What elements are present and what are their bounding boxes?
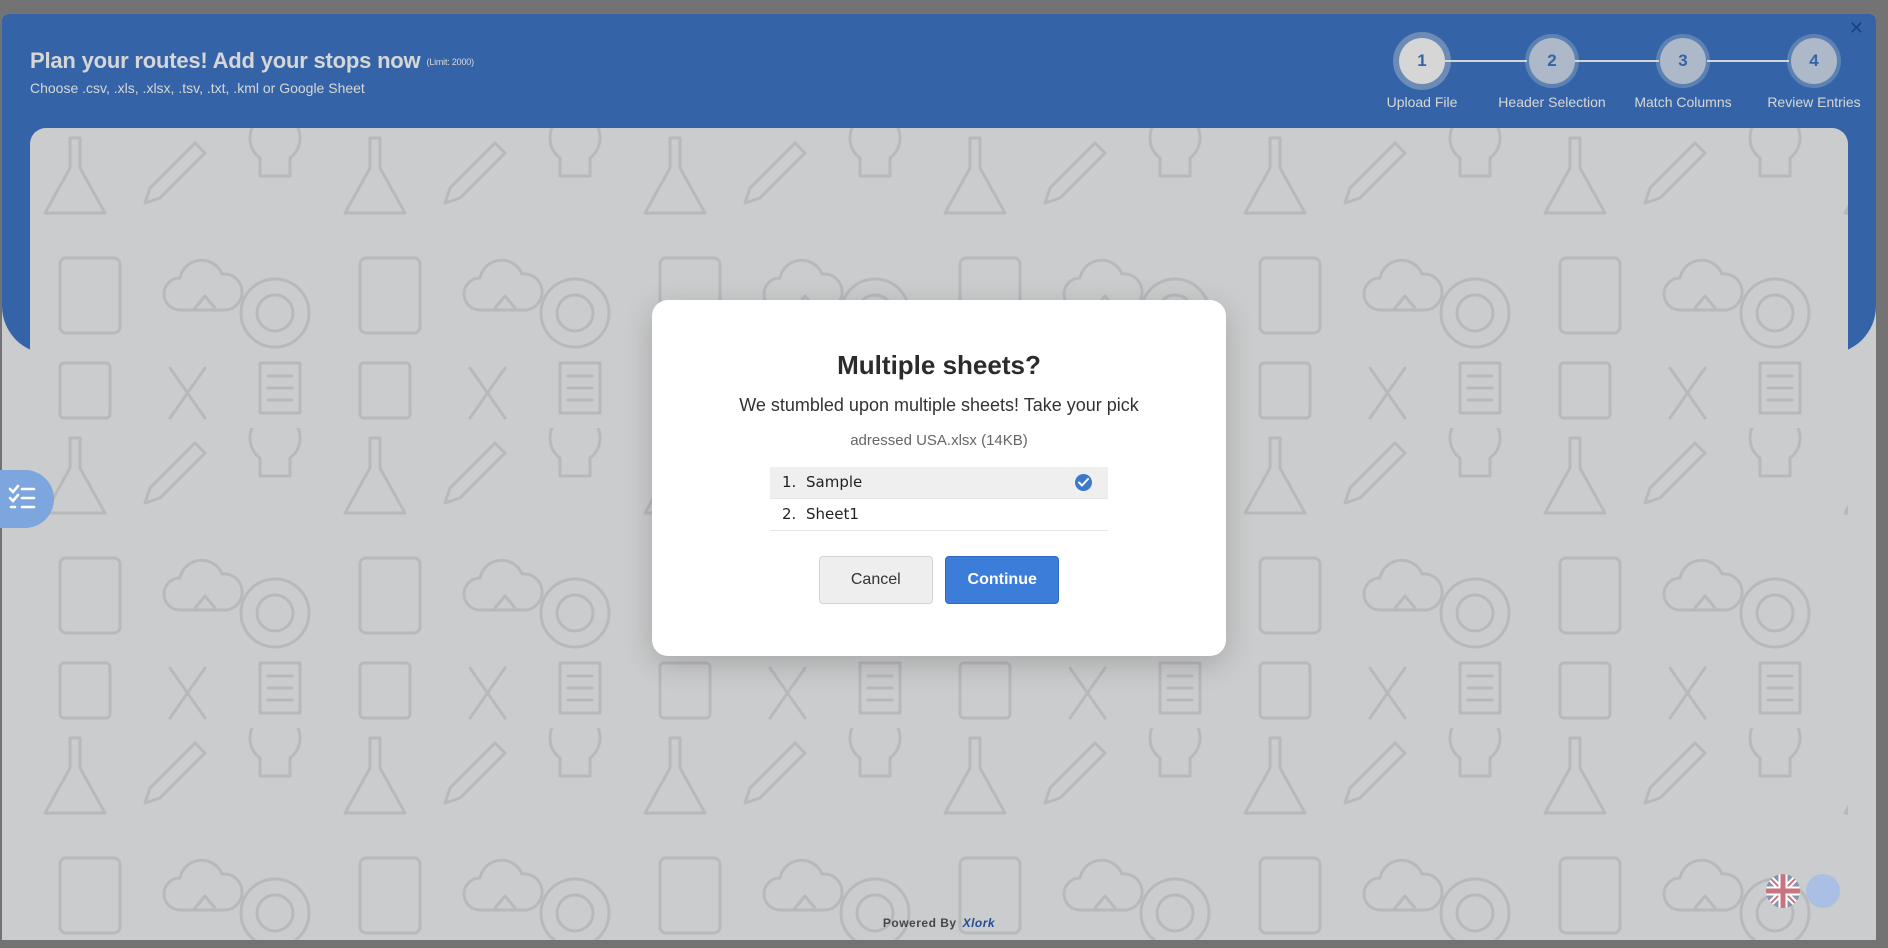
sheet-list: 1. Sample 2. Sheet1 (770, 467, 1108, 531)
dialog-actions: Cancel Continue (652, 556, 1226, 604)
continue-button[interactable]: Continue (945, 556, 1060, 604)
sheet-option-sample[interactable]: 1. Sample (770, 467, 1108, 499)
sheet-name: Sample (806, 473, 863, 491)
dialog-message: We stumbled upon multiple sheets! Take y… (739, 395, 1139, 415)
sheet-name: Sheet1 (806, 505, 859, 523)
sheet-number: 2. (782, 505, 797, 523)
sheet-option-sheet1[interactable]: 2. Sheet1 (770, 499, 1108, 531)
sheet-number: 1. (782, 473, 797, 491)
chat-bubble-icon[interactable] (1806, 874, 1840, 908)
uk-flag-icon[interactable] (1766, 874, 1800, 908)
checklist-icon (7, 484, 37, 515)
cancel-button[interactable]: Cancel (818, 556, 933, 604)
multiple-sheets-dialog: Multiple sheets? We stumbled upon multip… (652, 300, 1226, 656)
check-circle-icon (1075, 474, 1092, 491)
dialog-title: Multiple sheets? (837, 350, 1041, 380)
file-name: adressed USA.xlsx (14KB) (850, 432, 1028, 449)
